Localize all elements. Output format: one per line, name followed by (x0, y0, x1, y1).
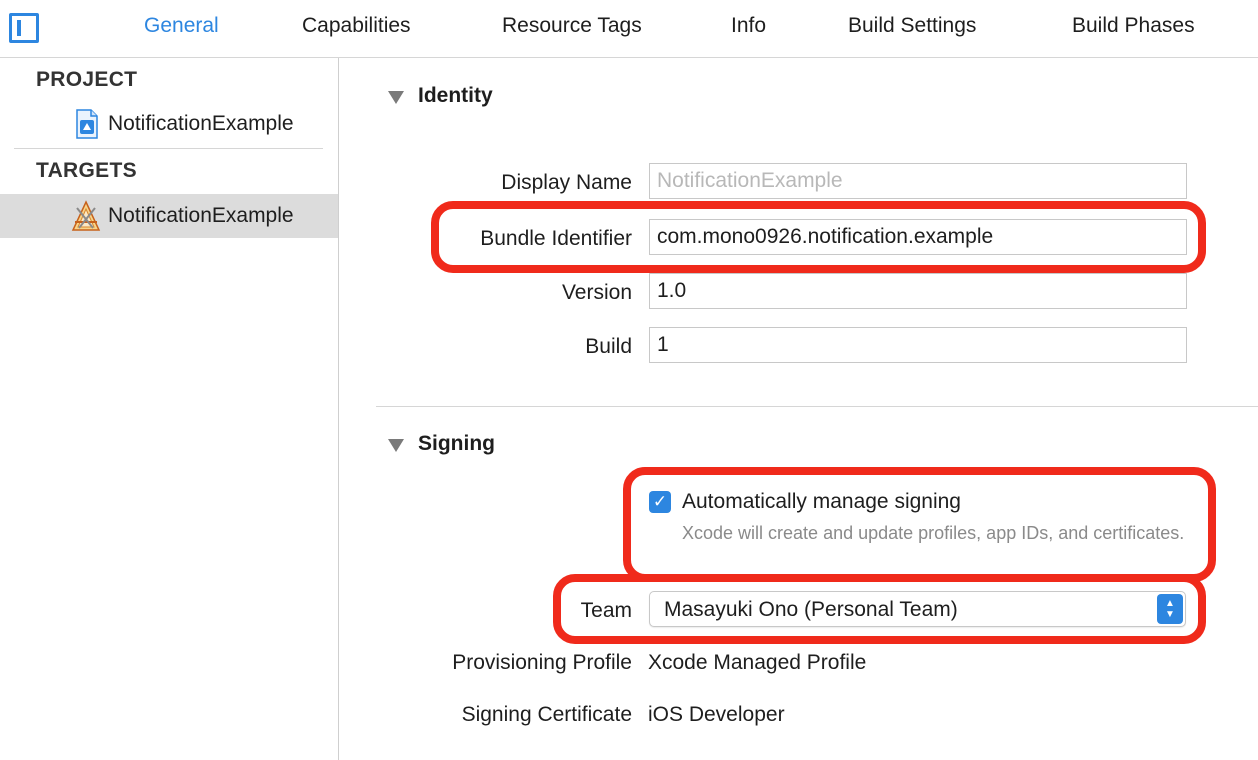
tab-info[interactable]: Info (731, 14, 766, 38)
provisioning-profile-value: Xcode Managed Profile (648, 651, 867, 674)
sidebar-item-project-label: NotificationExample (108, 112, 294, 135)
version-label: Version (561, 281, 632, 304)
display-name-field[interactable]: NotificationExample (649, 163, 1187, 199)
general-settings-panel: Identity Display Name NotificationExampl… (340, 58, 1258, 760)
identity-disclosure-icon[interactable] (388, 91, 404, 104)
app-target-icon (71, 200, 101, 231)
signing-certificate-value: iOS Developer (648, 703, 785, 726)
signing-certificate-label: Signing Certificate (461, 703, 632, 726)
sidebar-toggle-icon[interactable] (9, 13, 39, 43)
provisioning-profile-label: Provisioning Profile (452, 651, 632, 674)
targets-header: TARGETS (36, 159, 137, 182)
auto-signing-highlight (623, 467, 1216, 582)
project-navigator-sidebar: PROJECT NotificationExample TARGETS Noti… (0, 58, 339, 760)
tab-capabilities[interactable]: Capabilities (302, 14, 411, 38)
display-name-label: Display Name (501, 171, 632, 194)
tab-build-phases[interactable]: Build Phases (1072, 14, 1195, 38)
version-field[interactable]: 1.0 (649, 273, 1187, 309)
sidebar-item-target[interactable]: NotificationExample (0, 194, 338, 238)
build-label: Build (585, 335, 632, 358)
tab-general[interactable]: General (144, 14, 219, 38)
project-file-icon (76, 109, 98, 139)
sidebar-divider (14, 148, 323, 149)
sidebar-item-target-label: NotificationExample (108, 204, 294, 227)
tab-build-settings[interactable]: Build Settings (848, 14, 976, 38)
team-highlight (553, 574, 1206, 644)
bundle-identifier-highlight (431, 201, 1206, 273)
tab-resource-tags[interactable]: Resource Tags (502, 14, 642, 38)
section-divider (376, 406, 1258, 407)
identity-section-title: Identity (418, 84, 493, 107)
signing-disclosure-icon[interactable] (388, 439, 404, 452)
build-field[interactable]: 1 (649, 327, 1187, 363)
sidebar-item-project[interactable]: NotificationExample (0, 102, 338, 146)
editor-tab-bar: General Capabilities Resource Tags Info … (0, 0, 1258, 58)
signing-section-title: Signing (418, 432, 495, 455)
project-header: PROJECT (36, 68, 138, 91)
